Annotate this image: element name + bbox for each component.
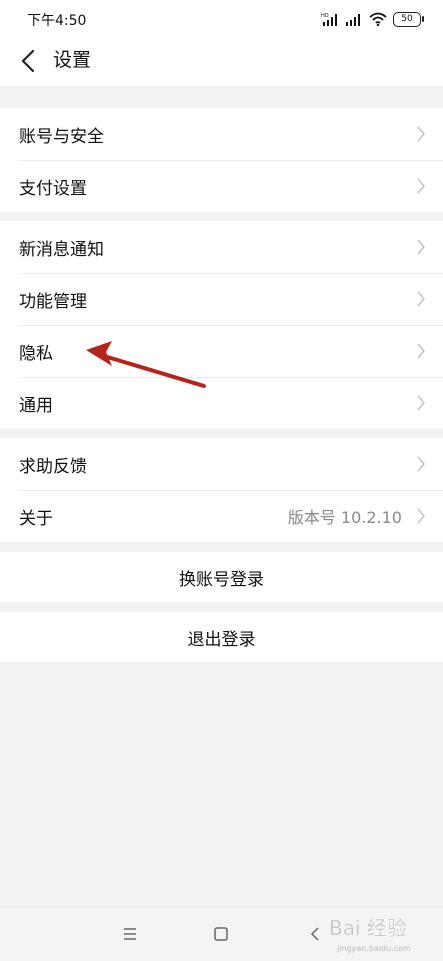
- back-triangle-icon[interactable]: [303, 922, 327, 946]
- battery-icon: 50: [393, 11, 424, 27]
- settings-item-label: 求助反馈: [19, 456, 87, 477]
- settings-item-label: 功能管理: [19, 291, 87, 312]
- chevron-right-icon: [417, 126, 425, 142]
- logout-label: 退出登录: [187, 629, 256, 650]
- settings-group-account: 账号与安全 支付设置: [0, 108, 443, 212]
- settings-item-label: 新消息通知: [19, 239, 104, 260]
- settings-item-label: 隐私: [19, 343, 53, 364]
- wifi-icon: [369, 12, 387, 26]
- chevron-right-icon: [417, 291, 425, 307]
- settings-item-privacy[interactable]: 隐私: [0, 325, 443, 377]
- chevron-left-icon[interactable]: [18, 47, 42, 75]
- chevron-right-icon: [417, 508, 425, 524]
- signal-icon: [346, 14, 360, 26]
- watermark-subtext: jingyan.baidu.com: [336, 944, 411, 953]
- logout-button[interactable]: 退出登录: [0, 612, 443, 662]
- settings-item-about[interactable]: 关于 版本号 10.2.10: [0, 490, 443, 542]
- page-title: 设置: [53, 49, 92, 71]
- svg-text:HD: HD: [321, 13, 329, 19]
- settings-item-notifications[interactable]: 新消息通知: [0, 221, 443, 273]
- switch-account-button[interactable]: 换账号登录: [0, 552, 443, 602]
- chevron-right-icon: [417, 395, 425, 411]
- settings-item-label: 支付设置: [19, 178, 87, 199]
- settings-item-help-feedback[interactable]: 求助反馈: [0, 438, 443, 490]
- settings-item-features[interactable]: 功能管理: [0, 273, 443, 325]
- settings-item-label: 账号与安全: [19, 126, 104, 147]
- status-time: 下午4:50: [27, 13, 87, 29]
- status-icons: HD 50: [321, 9, 424, 29]
- settings-item-account-security[interactable]: 账号与安全: [0, 108, 443, 160]
- settings-item-general[interactable]: 通用: [0, 377, 443, 429]
- watermark-text: Bai 经验: [329, 916, 407, 940]
- chevron-right-icon: [417, 456, 425, 472]
- title-bar: 设置: [0, 38, 443, 84]
- hd-signal-icon: HD: [321, 13, 337, 26]
- switch-account-label: 换账号登录: [179, 569, 264, 590]
- chevron-right-icon: [417, 239, 425, 255]
- header: 下午4:50 HD 50 设置: [0, 0, 443, 86]
- menu-icon[interactable]: [118, 922, 142, 946]
- settings-item-label: 关于: [19, 508, 53, 529]
- settings-item-payment[interactable]: 支付设置: [0, 160, 443, 212]
- chevron-right-icon: [417, 343, 425, 359]
- chevron-right-icon: [417, 178, 425, 194]
- settings-group-help: 求助反馈 关于 版本号 10.2.10: [0, 438, 443, 542]
- settings-item-label: 通用: [19, 395, 53, 416]
- status-bar: 下午4:50 HD 50: [0, 0, 443, 38]
- watermark-logo: Bai 经验 jingyan.baidu.com: [329, 916, 411, 953]
- settings-group-general: 新消息通知 功能管理 隐私 通用: [0, 221, 443, 429]
- home-square-icon[interactable]: [209, 922, 233, 946]
- version-value: 版本号 10.2.10: [287, 508, 402, 527]
